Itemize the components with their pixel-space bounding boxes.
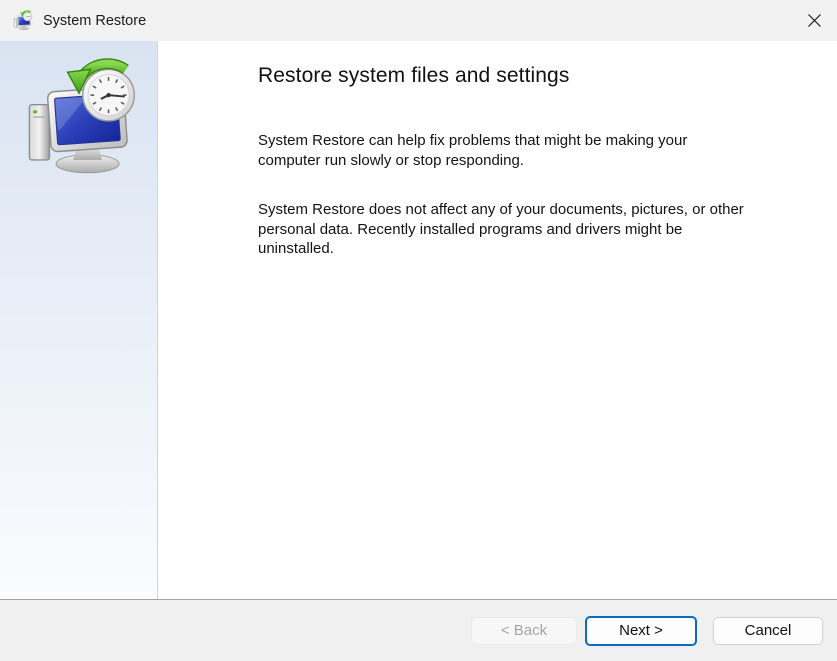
description-paragraph-1: System Restore can help fix problems tha… (258, 132, 688, 169)
close-button[interactable] (791, 0, 837, 41)
close-icon (807, 14, 821, 27)
footer-button-bar: < Back Next > Cancel (0, 599, 837, 661)
titlebar: System Restore (0, 0, 837, 41)
sidebar (0, 41, 158, 599)
window-title: System Restore (43, 12, 147, 29)
system-restore-icon (12, 10, 33, 31)
cancel-button[interactable]: Cancel (713, 616, 823, 645)
next-button[interactable]: Next > (585, 615, 697, 646)
system-restore-window: System Restore Restore system files and … (0, 0, 837, 661)
page-title: Restore system files and settings (258, 64, 570, 87)
system-restore-illustration-icon (18, 57, 140, 179)
content-area: Restore system files and settings System… (158, 41, 837, 599)
wizard-body: Restore system files and settings System… (0, 41, 837, 599)
back-button[interactable]: < Back (471, 616, 577, 645)
description-paragraph-2: System Restore does not affect any of yo… (258, 201, 744, 257)
